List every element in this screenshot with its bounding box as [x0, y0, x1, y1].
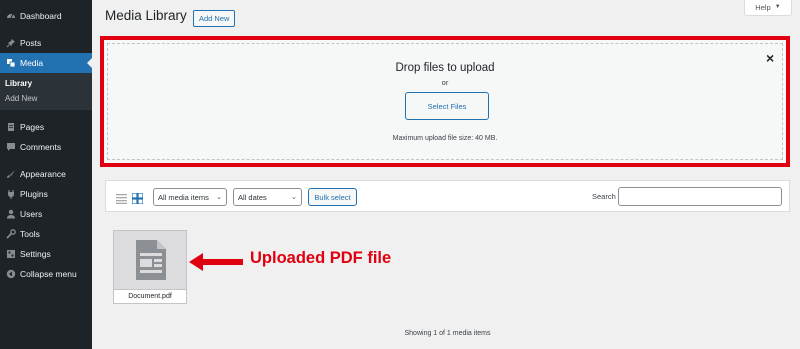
help-label: Help — [755, 2, 771, 12]
sidebar-item-appearance[interactable]: Appearance — [0, 164, 92, 184]
list-view-icon[interactable] — [116, 191, 127, 204]
sidebar-item-label: Media — [20, 58, 44, 68]
admin-sidebar: Dashboard Posts Media Library Add New Pa… — [0, 0, 92, 349]
page-title: Media Library — [105, 8, 187, 23]
bulk-select-button[interactable]: Bulk select — [308, 188, 357, 206]
drop-files-title: Drop files to upload — [395, 62, 495, 74]
attachment-thumbnail[interactable]: Document.pdf — [113, 230, 187, 304]
sidebar-item-plugins[interactable]: Plugins — [0, 184, 92, 204]
add-new-button[interactable]: Add New — [193, 10, 236, 27]
comments-icon — [5, 142, 16, 153]
users-icon — [5, 209, 16, 220]
sidebar-item-media[interactable]: Media — [0, 53, 92, 73]
sidebar-item-comments[interactable]: Comments — [0, 137, 92, 157]
search-input[interactable] — [618, 187, 782, 206]
collapse-icon — [5, 269, 16, 280]
chevron-down-icon: ▼ — [774, 4, 781, 10]
plugins-icon — [5, 189, 16, 200]
chevron-down-icon: ⌄ — [291, 194, 297, 201]
submenu-item-library[interactable]: Library — [0, 76, 92, 91]
submenu-item-add-new[interactable]: Add New — [0, 91, 92, 106]
pages-icon — [5, 122, 16, 133]
items-count-status: Showing 1 of 1 media items — [404, 330, 491, 337]
sidebar-item-posts[interactable]: Posts — [0, 33, 92, 53]
document-icon — [136, 240, 166, 280]
drop-or-text: or — [441, 78, 449, 87]
media-icon — [5, 58, 16, 69]
sidebar-item-label: Collapse menu — [20, 269, 77, 279]
uploaded-pdf-annotation: Uploaded PDF file — [250, 249, 392, 267]
sidebar-item-label: Settings — [20, 249, 51, 259]
attachment-filename: Document.pdf — [114, 289, 186, 303]
settings-icon — [5, 249, 16, 260]
date-filter-value: All dates — [238, 192, 267, 202]
red-arrow-annotation — [189, 253, 243, 271]
sidebar-item-dashboard[interactable]: Dashboard — [0, 6, 92, 26]
brush-icon — [5, 169, 16, 180]
sidebar-item-label: Appearance — [20, 169, 66, 179]
pin-icon — [5, 38, 16, 49]
sidebar-item-users[interactable]: Users — [0, 204, 92, 224]
sidebar-item-tools[interactable]: Tools — [0, 224, 92, 244]
sidebar-item-label: Dashboard — [20, 11, 62, 21]
select-files-button[interactable]: Select Files — [405, 92, 489, 120]
sidebar-item-settings[interactable]: Settings — [0, 244, 92, 264]
dashboard-icon — [5, 11, 16, 22]
search-label: Search — [592, 192, 616, 201]
media-type-filter-value: All media items — [158, 192, 209, 202]
media-toolbar: All media items ⌄ All dates ⌄ Bulk selec… — [105, 180, 790, 212]
media-type-filter-select[interactable]: All media items ⌄ — [153, 188, 227, 206]
chevron-down-icon: ⌄ — [216, 194, 222, 201]
upload-dropzone[interactable]: × Drop files to upload or Select Files M… — [104, 40, 786, 163]
max-upload-size-text: Maximum upload file size: 40 MB. — [392, 135, 498, 142]
sidebar-item-collapse-menu[interactable]: Collapse menu — [0, 264, 92, 284]
sidebar-item-label: Tools — [20, 229, 40, 239]
date-filter-select[interactable]: All dates ⌄ — [233, 188, 302, 206]
sidebar-item-label: Comments — [20, 142, 62, 152]
grid-view-icon[interactable] — [131, 191, 144, 205]
media-submenu: Library Add New — [0, 73, 92, 110]
sidebar-item-label: Posts — [20, 38, 42, 48]
sidebar-item-label: Pages — [20, 122, 45, 132]
sidebar-item-label: Plugins — [20, 189, 48, 199]
help-tab-button[interactable]: Help ▼ — [744, 0, 792, 16]
sidebar-item-pages[interactable]: Pages — [0, 117, 92, 137]
wrench-icon — [5, 229, 16, 240]
sidebar-item-label: Users — [20, 209, 43, 219]
